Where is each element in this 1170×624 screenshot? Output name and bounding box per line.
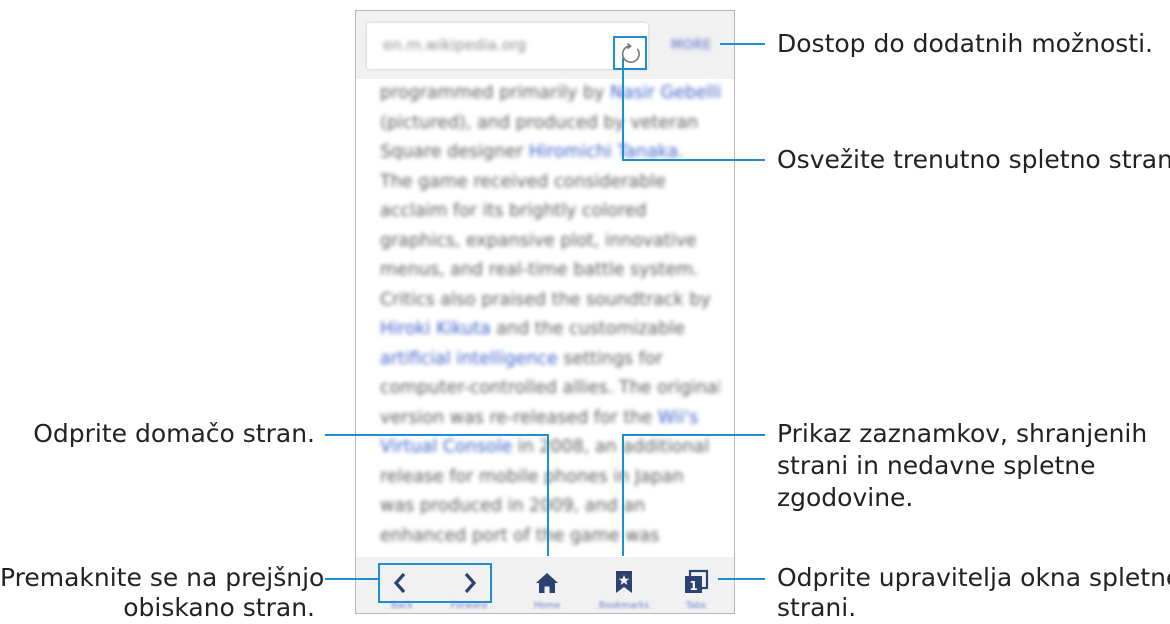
- annotation-more: Dostop do dodatnih možnosti.: [777, 29, 1153, 58]
- content-text: version was re-released for the: [380, 407, 658, 428]
- content-line: acclaim for its brightly colored: [380, 197, 720, 227]
- content-link[interactable]: Virtual Console: [380, 437, 512, 457]
- content-text: release for mobile phones in Japan: [380, 466, 684, 487]
- refresh-button[interactable]: [613, 36, 647, 70]
- tabs-icon: 1: [685, 569, 709, 593]
- callout-line-home-h: [325, 434, 549, 436]
- content-line: version was re-released for the Wii's: [380, 404, 720, 434]
- home-button[interactable]: [534, 571, 560, 595]
- annotation-bookmarks-line2: strani in nedavne spletne: [777, 451, 1096, 480]
- tabs-label: Tabs: [686, 601, 706, 611]
- content-text: acclaim for its brightly colored: [380, 201, 647, 221]
- home-icon: [536, 573, 558, 593]
- forward-button[interactable]: [454, 569, 484, 597]
- content-text: (pictured), and produced by veteran: [380, 112, 699, 133]
- content-text: in 2008, an additional: [512, 437, 710, 457]
- content-line: release for mobile phones in Japan: [380, 463, 720, 493]
- content-line: enhanced port of the game was: [380, 522, 720, 552]
- callout-line-refresh-h: [622, 159, 765, 161]
- content-line: (pictured), and produced by veteran: [380, 109, 720, 139]
- annotation-back-line2: obiskano stran.: [123, 593, 315, 622]
- browser-screen: en.m.wikipedia.org MORE programmed prima…: [355, 10, 735, 614]
- content-text: computer-controlled allies. The original: [380, 378, 720, 398]
- chevron-right-icon: [464, 572, 477, 594]
- annotation-bookmarks-line1: Prikaz zaznamkov, shranjenih: [777, 419, 1148, 448]
- callout-line-tabs: [718, 578, 765, 580]
- content-line: graphics, expansive plot, innovative: [380, 227, 720, 257]
- tabs-button[interactable]: 1: [683, 569, 709, 595]
- content-line: The game received considerable: [380, 168, 720, 198]
- bookmarks-button[interactable]: [613, 569, 635, 595]
- content-line: programmed primarily by Nasir Gebelli: [380, 79, 720, 109]
- content-line: Hiroki Kikuta and the customizable: [380, 315, 720, 345]
- content-text: graphics, expansive plot, innovative: [380, 230, 697, 251]
- address-toolbar: en.m.wikipedia.org MORE: [356, 11, 734, 79]
- content-link[interactable]: Nasir Gebelli: [610, 83, 720, 103]
- tab-count: 1: [689, 579, 697, 593]
- annotation-bookmarks-line3: zgodovine.: [777, 483, 914, 512]
- forward-label: Forward: [450, 601, 488, 611]
- annotation-tabs-line2: strani.: [777, 593, 857, 622]
- content-link[interactable]: artificial intelligence: [380, 349, 558, 369]
- annotation-refresh: Osvežite trenutno spletno stran.: [777, 145, 1170, 174]
- content-text: The game received considerable: [380, 171, 666, 192]
- content-text: settings for: [557, 348, 663, 369]
- url-text: en.m.wikipedia.org: [383, 36, 527, 54]
- content-line: Critics also praised the soundtrack by: [380, 286, 720, 316]
- bookmarks-label: Bookmarks: [598, 601, 650, 611]
- callout-line-bookmarks-v: [622, 434, 624, 556]
- content-link[interactable]: Wii's: [658, 408, 699, 428]
- annotation-home: Odprite domačo stran.: [33, 419, 315, 448]
- content-text: Square designer: [380, 142, 529, 162]
- callout-line-more: [720, 43, 765, 45]
- annotation-tabs-line1: Odprite upravitelja okna spletne: [777, 563, 1170, 592]
- annotation-back-line1: Premaknite se na prejšnjo: [0, 563, 325, 592]
- bottom-toolbar: 1 Back Forward Home Bookmarks Tabs: [356, 557, 734, 613]
- content-text: programmed primarily by: [380, 83, 610, 103]
- callout-line-home-v: [547, 434, 549, 556]
- back-label: Back: [391, 601, 413, 611]
- content-text: Critics also praised the soundtrack by: [380, 289, 711, 310]
- content-text: menus, and real-time battle system.: [380, 260, 699, 280]
- content-line: was produced in 2009, and an: [380, 492, 720, 522]
- content-line: Virtual Console in 2008, an additional: [380, 433, 720, 463]
- content-line: computer-controlled allies. The original: [380, 374, 720, 404]
- content-text: was produced in 2009, and an: [380, 496, 646, 516]
- back-button[interactable]: [386, 569, 416, 597]
- more-button[interactable]: MORE: [671, 38, 712, 53]
- content-line: artificial intelligence settings for: [380, 345, 720, 375]
- content-line: menus, and real-time battle system.: [380, 256, 720, 286]
- chevron-left-icon: [393, 572, 406, 594]
- content-line: Square designer Hiromichi Tanaka.: [380, 138, 720, 168]
- content-text: and the customizable: [490, 319, 686, 339]
- home-label: Home: [533, 601, 561, 611]
- url-bar[interactable]: en.m.wikipedia.org: [367, 23, 648, 70]
- callout-line-bookmarks-h: [622, 434, 765, 436]
- content-text: enhanced port of the game was: [380, 525, 660, 546]
- callout-line-back: [325, 578, 379, 580]
- callout-line-refresh-v: [622, 58, 624, 161]
- content-link[interactable]: Hiroki Kikuta: [380, 319, 491, 339]
- web-page-content: programmed primarily by Nasir Gebelli (pi…: [380, 79, 720, 555]
- bookmark-star-icon: [616, 571, 632, 593]
